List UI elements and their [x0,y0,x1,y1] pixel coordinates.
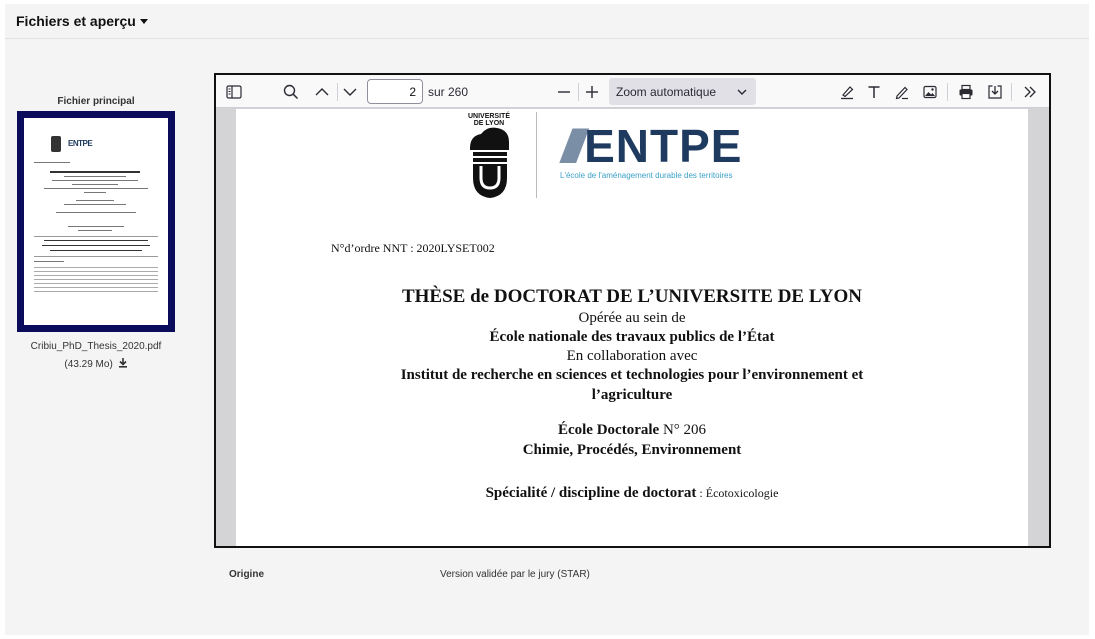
save-button[interactable] [983,80,1007,104]
pdf-page: UNIVERSITÉ DE LYON ////ENTPE L'école de … [236,109,1028,546]
panel-header: Fichiers et aperçu [5,4,1089,39]
thumbnail-univ-logo [51,136,61,152]
chevron-down-icon [343,88,357,96]
institute-name-2: l’agriculture [591,387,673,403]
pen-icon [895,86,908,100]
plus-icon [586,86,598,98]
univ-lyon-logo-icon [470,127,509,198]
collab-text: En collaboration avec [566,348,698,364]
nnt-number: N°d’ordre NNT : 2020LYSET002 [331,241,495,255]
add-image-button[interactable] [918,80,942,104]
save-download-icon [988,85,1002,99]
print-icon [959,84,973,100]
highlight-button[interactable] [835,80,859,104]
download-icon[interactable] [118,358,128,371]
thumbnail-entpe-logo: ENTPE [68,139,93,148]
find-button[interactable] [279,80,303,104]
double-chevron-right-icon [1024,86,1036,98]
sidebar-icon [226,85,242,99]
zoom-in-button[interactable] [580,80,604,104]
doctoral-school: École Doctorale N° 206 [557,422,707,438]
zoom-out-button[interactable] [552,80,576,104]
school-name: École nationale des travaux publics de l… [489,329,775,345]
pdf-thumbnail[interactable]: ENTPE [17,111,175,332]
print-button[interactable] [954,80,978,104]
main-file-heading: Fichier principal [57,96,135,107]
panel-title: Fichiers et aperçu [16,13,136,29]
operated-text: Opérée au sein de [578,310,686,326]
main-file-column: Fichier principal ENTPE Cribiu_PhD_Thesi… [16,96,176,371]
entpe-tagline: L'école de l'aménagement durable des ter… [560,171,733,180]
logo-divider [536,112,537,198]
previous-page-button[interactable] [310,80,334,104]
sidebar-toggle-button[interactable] [222,80,246,104]
panel-title-toggle[interactable]: Fichiers et aperçu [16,13,148,29]
file-size: (43.29 Mo) [64,359,113,371]
page-area[interactable]: UNIVERSITÉ DE LYON ////ENTPE L'école de … [216,109,1049,546]
specialty: Spécialité / discipline de doctorat : Éc… [485,485,779,501]
next-page-button[interactable] [338,80,362,104]
institute-name-1: Institut de recherche en sciences et tec… [400,367,864,383]
chevron-down-icon [737,89,747,95]
highlighter-icon [841,86,854,100]
viewer-toolbar: sur 260 Zoom automatique [216,75,1049,108]
page-total: sur 260 [428,85,469,99]
page-number-input[interactable] [367,79,423,104]
pdf-viewer: sur 260 Zoom automatique [214,73,1051,548]
draw-button[interactable] [890,80,914,104]
caret-down-icon [139,18,148,24]
file-name: Cribiu_PhD_Thesis_2020.pdf [30,341,162,352]
zoom-select[interactable]: Zoom automatique [609,78,756,105]
more-tools-button[interactable] [1018,80,1042,104]
text-icon [868,86,880,98]
add-text-button[interactable] [862,80,886,104]
file-size-row: (43.29 Mo) [16,358,176,371]
thesis-title: THÈSE de DOCTORAT DE L’UNIVERSITE DE LYO… [401,286,862,307]
image-icon [923,85,937,99]
origin-label: Origine [229,569,265,580]
entpe-logo: ////ENTPE [561,120,743,172]
chevron-up-icon [315,88,329,96]
doctoral-school-name: Chimie, Procédés, Environnement [522,442,742,458]
search-icon [283,84,299,100]
origin-value: Version validée par le jury (STAR) [440,569,590,580]
minus-icon [558,91,570,93]
zoom-label: Zoom automatique [616,85,717,99]
